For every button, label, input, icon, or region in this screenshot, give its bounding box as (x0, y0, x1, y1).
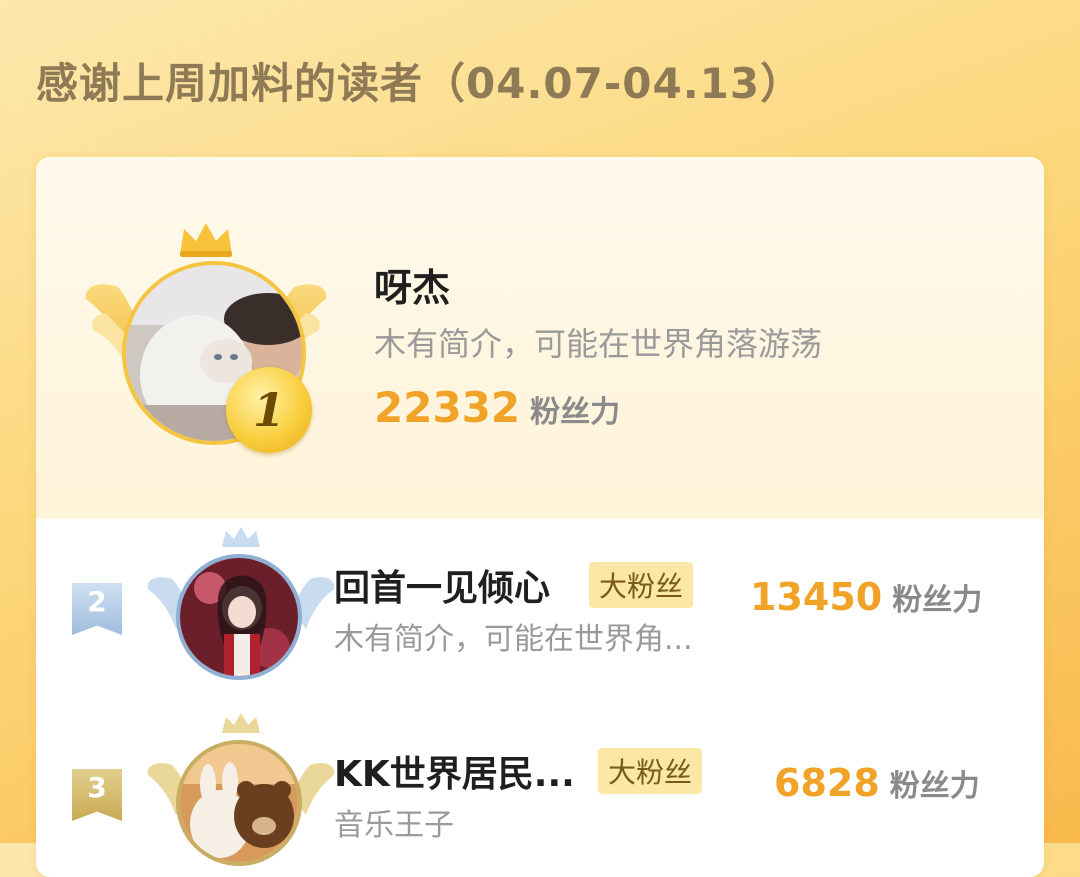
rank-badge-gold: 1 (226, 367, 312, 453)
avatar[interactable] (176, 554, 302, 680)
reader-intro: 木有简介，可能在世界角落游荡 (374, 325, 823, 363)
rank-badge-silver: 2 (72, 583, 122, 635)
fan-score: 22332 粉丝力 (374, 383, 620, 432)
fan-score: 13450 粉丝力 (750, 575, 982, 619)
score-unit: 粉丝力 (889, 769, 980, 804)
leaderboard-card: 1 呀杰 木有简介，可能在世界角落游荡 22332 粉丝力 2 回首一见倾心 大… (36, 157, 1044, 877)
reader-name[interactable]: KK世界居民... (334, 745, 575, 797)
rank-badge-bronze: 3 (72, 769, 122, 821)
fan-level-badge: 大粉丝 (589, 562, 694, 608)
reader-row[interactable]: 2 回首一见倾心 大粉丝 木有简介，可能在世界角... 13450 粉丝力 (36, 519, 1044, 705)
top-reader-item[interactable]: 1 呀杰 木有简介，可能在世界角落游荡 22332 粉丝力 (36, 157, 1044, 519)
fan-level-badge: 大粉丝 (598, 748, 703, 794)
score-value: 6828 (774, 761, 880, 805)
score-value: 22332 (374, 383, 521, 432)
fan-score: 6828 粉丝力 (774, 761, 980, 805)
reader-name[interactable]: 回首一见倾心 (334, 559, 550, 611)
reader-row[interactable]: 3 KK世界居民... 大粉丝 音乐王子 6828 粉丝力 (36, 705, 1044, 877)
score-unit: 粉丝力 (892, 583, 983, 618)
page-title: 感谢上周加料的读者（04.07-04.13） (36, 59, 804, 108)
score-unit: 粉丝力 (530, 395, 621, 430)
score-value: 13450 (750, 575, 883, 619)
crown-icon (180, 223, 232, 257)
avatar[interactable] (176, 740, 302, 866)
reader-name[interactable]: 呀杰 (374, 257, 450, 312)
reader-intro: 音乐王子 (334, 808, 454, 843)
reader-intro: 木有简介，可能在世界角... (334, 622, 693, 657)
